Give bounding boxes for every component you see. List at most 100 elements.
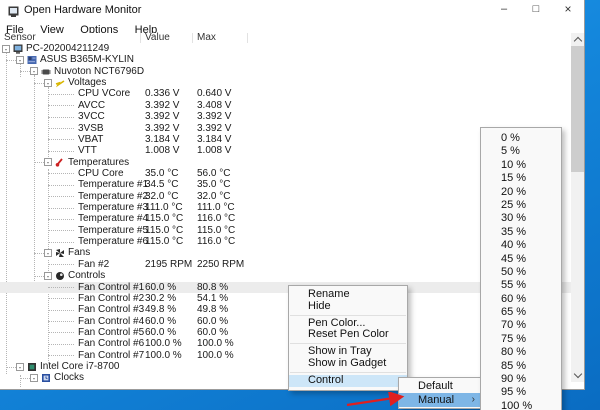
menu-item-default[interactable]: Default	[399, 379, 481, 393]
percent-option-20[interactable]: 20 %	[481, 186, 561, 199]
tree-connector-line	[34, 162, 44, 163]
percent-option-0[interactable]: 0 %	[481, 132, 561, 145]
percent-option-75[interactable]: 75 %	[481, 333, 561, 346]
tree-row-pc-202004211249[interactable]: -PC-202004211249	[0, 43, 571, 54]
sensor-max: 32.0 °C	[197, 191, 230, 202]
column-sensor[interactable]: Sensor	[4, 33, 36, 43]
minimize-button[interactable]: –	[492, 0, 516, 19]
menu-item-control[interactable]: Control›	[289, 375, 407, 387]
percent-option-40[interactable]: 40 %	[481, 239, 561, 252]
column-max[interactable]: Max	[197, 33, 216, 43]
percent-option-60[interactable]: 60 %	[481, 293, 561, 306]
expander-icon[interactable]: -	[44, 272, 52, 280]
menu-item-label: Reset Pen Color	[308, 328, 389, 340]
tree-connector-line	[48, 298, 74, 299]
sensor-max: 115.0 °C	[197, 225, 235, 236]
sensor-value: 100.0 %	[145, 350, 182, 361]
tree-row-3vcc[interactable]: 3VCC3.392 V3.392 V	[0, 111, 571, 122]
percent-option-65[interactable]: 65 %	[481, 306, 561, 319]
sensor-label: Temperature #5	[78, 225, 148, 236]
tree-connector-line	[34, 253, 44, 254]
vertical-scrollbar[interactable]	[571, 33, 584, 382]
percent-option-25[interactable]: 25 %	[481, 199, 561, 212]
sensor-label: Fan Control #7	[78, 350, 144, 361]
expander-icon[interactable]: -	[44, 249, 52, 257]
sensor-label: Fan Control #2	[78, 293, 144, 304]
close-button[interactable]: ×	[556, 0, 580, 19]
clock-icon	[41, 373, 51, 383]
percent-option-80[interactable]: 80 %	[481, 346, 561, 359]
sensor-value: 115.0 °C	[145, 213, 183, 224]
tree-connector-line	[6, 60, 16, 61]
sensor-value: 100.0 %	[145, 338, 182, 349]
tree-connector-line	[48, 208, 74, 209]
percent-option-50[interactable]: 50 %	[481, 266, 561, 279]
controls-icon	[55, 271, 65, 281]
tree-connector-line	[48, 332, 74, 333]
percent-option-15[interactable]: 15 %	[481, 172, 561, 185]
tree-connector-line	[48, 94, 74, 95]
menu-item-label: Hide	[308, 300, 331, 312]
app-icon	[8, 4, 19, 15]
tree-connector-line	[34, 276, 44, 277]
sensor-label: Fan #2	[78, 259, 109, 270]
scrollbar-thumb[interactable]	[571, 46, 584, 172]
sensor-max: 116.0 °C	[197, 213, 235, 224]
column-value[interactable]: Value	[145, 33, 170, 43]
percent-option-100[interactable]: 100 %	[481, 400, 561, 410]
tree-row-asus-b365m-kylin[interactable]: -ASUS B365M-KYLIN	[0, 54, 571, 65]
percent-option-10[interactable]: 10 %	[481, 159, 561, 172]
tree-connector-line	[48, 105, 74, 106]
menu-item-rename[interactable]: Rename	[289, 289, 407, 301]
sensor-value: 1.008 V	[145, 145, 179, 156]
sensor-max: 116.0 °C	[197, 236, 235, 247]
tree-connector-line	[48, 344, 74, 345]
sensor-label: Voltages	[68, 77, 106, 88]
menu-item-label: Rename	[308, 288, 350, 300]
sensor-label: CPU VCore	[78, 88, 130, 99]
sensor-label: Nuvoton NCT6796D	[54, 66, 144, 77]
percent-option-95[interactable]: 95 %	[481, 386, 561, 399]
tree-row-avcc[interactable]: AVCC3.392 V3.408 V	[0, 100, 571, 111]
expander-icon[interactable]: -	[16, 363, 24, 371]
percent-option-45[interactable]: 45 %	[481, 253, 561, 266]
sensor-label: Intel Core i7-8700	[40, 361, 120, 372]
sensor-max: 60.0 %	[197, 327, 228, 338]
tree-row-nuvoton-nct6796d[interactable]: - Nuvoton NCT6796D	[0, 66, 571, 77]
expander-icon[interactable]: -	[2, 45, 10, 53]
expander-icon[interactable]: -	[30, 67, 38, 75]
title-bar[interactable]: Open Hardware Monitor – □ ×	[0, 0, 584, 20]
percent-option-30[interactable]: 30 %	[481, 212, 561, 225]
percent-option-55[interactable]: 55 %	[481, 279, 561, 292]
sensor-label: Fan Control #4	[78, 316, 144, 327]
maximize-button[interactable]: □	[524, 0, 548, 19]
percent-option-5[interactable]: 5 %	[481, 145, 561, 158]
sensor-label: Fan Control #1	[78, 282, 144, 293]
sensor-label: Temperature #1	[78, 179, 148, 190]
sensor-value: 111.0 °C	[145, 202, 183, 213]
annotation-arrow	[342, 392, 414, 410]
tree-row-voltages[interactable]: - Voltages	[0, 77, 571, 88]
expander-icon[interactable]: -	[44, 79, 52, 87]
expander-icon[interactable]: -	[30, 374, 38, 382]
scroll-down-icon[interactable]	[571, 369, 584, 382]
percent-option-90[interactable]: 90 %	[481, 373, 561, 386]
sensor-max: 60.0 %	[197, 316, 228, 327]
scroll-up-icon[interactable]	[571, 33, 584, 46]
menu-item-reset-pen-color[interactable]: Reset Pen Color	[289, 329, 407, 341]
menu-item-hide[interactable]: Hide	[289, 301, 407, 313]
percent-option-85[interactable]: 85 %	[481, 360, 561, 373]
percent-option-70[interactable]: 70 %	[481, 319, 561, 332]
sensor-label: Fan Control #6	[78, 338, 144, 349]
tree-row-cpu-vcore[interactable]: CPU VCore0.336 V0.640 V	[0, 88, 571, 99]
menu-item-show-in-gadget[interactable]: Show in Gadget	[289, 358, 407, 370]
sensor-max: 3.392 V	[197, 111, 231, 122]
percent-option-35[interactable]: 35 %	[481, 226, 561, 239]
expander-icon[interactable]: -	[44, 158, 52, 166]
window-title: Open Hardware Monitor	[24, 4, 141, 16]
sensor-value: 60.0 %	[145, 282, 176, 293]
context-menu: RenameHidePen Color...Reset Pen ColorSho…	[288, 285, 408, 391]
sensor-label: Clocks	[54, 372, 84, 383]
expander-icon[interactable]: -	[16, 56, 24, 64]
sensor-max: 3.408 V	[197, 100, 231, 111]
